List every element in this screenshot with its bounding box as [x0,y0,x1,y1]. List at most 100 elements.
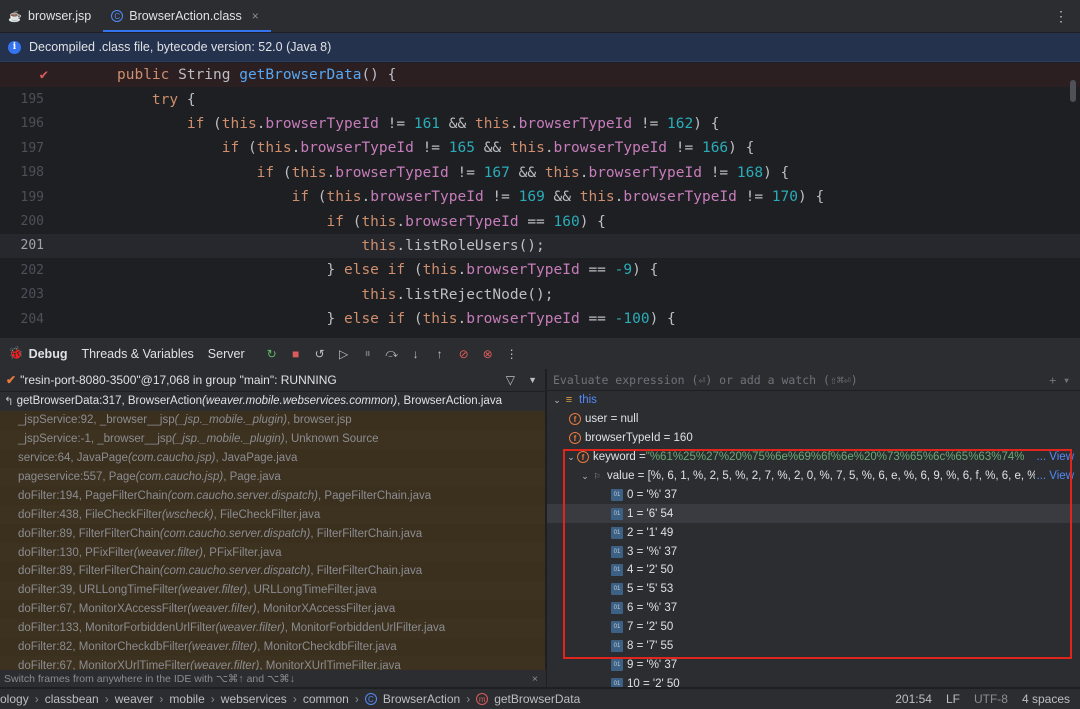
chevron-down-icon[interactable]: ▼ [528,375,537,385]
stack-frame[interactable]: doFilter:67, MonitorXAccessFilter (weave… [0,599,545,619]
code-line[interactable]: ✔ public String getBrowserData() { [0,63,1080,88]
line-separator[interactable]: LF [946,692,960,706]
chevron-down-icon[interactable]: ⌄ [565,452,577,463]
line-number[interactable]: 196 [0,116,80,131]
array-item[interactable]: 01 8 = '7' 55 [547,637,1080,656]
stop-icon[interactable]: ■ [289,347,303,361]
chevron-right-icon: › [354,692,359,706]
line-number[interactable]: ✔ [0,67,80,83]
breadcrumb-item[interactable]: mobile [169,692,204,706]
var-value[interactable]: ⌄ ⚐ value = [%, 6, 1, %, 2, 5, %, 2, 7, … [547,467,1080,486]
stack-frame[interactable]: doFilter:89, FilterFilterChain (com.cauc… [0,562,545,581]
breadcrumb-item[interactable]: ology [0,692,29,706]
var-user[interactable]: f user = null [547,410,1080,429]
code-editor[interactable]: ✔ public String getBrowserData() {195 try… [0,62,1080,336]
restart-icon[interactable]: ↺ [313,347,327,361]
chevron-down-icon[interactable]: ⌄ [551,395,563,406]
stack-frame[interactable]: service:64, JavaPage (com.caucho.jsp), J… [0,448,545,468]
line-number[interactable]: 200 [0,214,80,229]
breakpoint-icon[interactable]: ✔ [40,67,48,83]
code-line[interactable]: 195 try { [0,87,1080,111]
mute-breakpoints-icon[interactable]: ⊗ [481,347,495,361]
tab-threads-variables[interactable]: Threads & Variables [81,347,193,361]
array-item[interactable]: 01 9 = '%' 37 [547,655,1080,674]
line-number[interactable]: 195 [0,92,80,107]
var-keyword[interactable]: ⌄ f keyword = "%61%25%27%20%75%6e%69%6f%… [547,448,1080,467]
file-encoding[interactable]: UTF-8 [974,692,1008,706]
breadcrumb-item[interactable]: common [303,692,349,706]
step-into-icon[interactable]: ↓ [409,347,423,361]
chevron-down-icon[interactable]: ⌄ [579,471,591,482]
line-number[interactable]: 197 [0,141,80,156]
tab-server[interactable]: Server [208,347,245,361]
tab-browseraction-class[interactable]: C BrowserAction.class × [103,0,271,32]
stack-frame[interactable]: doFilter:82, MonitorCheckdbFilter (weave… [0,637,545,657]
breadcrumb-item[interactable]: classbean [45,692,99,706]
code-token: . [457,311,467,328]
line-number[interactable]: 204 [0,312,80,327]
code-line[interactable]: 200 if (this.browserTypeId == 160) { [0,209,1080,233]
view-breakpoints-icon[interactable]: ⊘ [457,347,471,361]
code-line[interactable]: 204 } else if (this.browserTypeId == -10… [0,307,1080,331]
var-browsertypeid[interactable]: f browserTypeId = 160 [547,429,1080,448]
line-number[interactable]: 202 [0,263,80,278]
step-over-icon[interactable]: ⤼ [385,346,399,361]
breadcrumb-item[interactable]: weaver [115,692,154,706]
stack-frame[interactable]: doFilter:438, FileCheckFilter (wscheck),… [0,505,545,525]
code-line[interactable]: 201 this.listRoleUsers(); [0,233,1080,259]
stack-frame[interactable]: doFilter:39, URLLongTimeFilter (weaver.f… [0,580,545,600]
array-item[interactable]: 01 4 = '2' 50 [547,561,1080,580]
stack-frame[interactable]: doFilter:89, FilterFilterChain (com.cauc… [0,524,545,544]
view-link[interactable]: ... View [1034,470,1074,482]
step-out-icon[interactable]: ↑ [433,347,447,361]
close-icon[interactable]: × [532,673,538,685]
stack-frame[interactable]: pageservice:557, Page (com.caucho.jsp), … [0,467,545,487]
array-item[interactable]: 01 2 = '1' 49 [547,523,1080,542]
evaluate-expression-input[interactable]: Evaluate expression (⏎) or add a watch (… [547,369,1080,391]
array-item[interactable]: 01 6 = '%' 37 [547,599,1080,618]
line-number[interactable]: 201 [0,238,80,253]
array-item[interactable]: 01 10 = '2' 50 [547,674,1080,687]
breadcrumb-item[interactable]: getBrowserData [494,692,580,706]
array-item[interactable]: 01 0 = '%' 37 [547,485,1080,504]
code-line[interactable]: 196 if (this.browserTypeId != 161 && thi… [0,112,1080,136]
code-text: if (this.browserTypeId != 161 && this.br… [80,116,720,132]
stack-frame[interactable]: doFilter:194, PageFilterChain (com.cauch… [0,486,545,506]
line-number[interactable]: 199 [0,190,80,205]
array-item[interactable]: 01 7 = '2' 50 [547,618,1080,637]
more-options-icon[interactable]: ⋮ [505,347,519,361]
array-item[interactable]: 01 3 = '%' 37 [547,542,1080,561]
code-token: != [701,164,737,181]
code-line[interactable]: 197 if (this.browserTypeId != 165 && thi… [0,136,1080,160]
breadcrumb-item[interactable]: BrowserAction [383,692,460,706]
var-this[interactable]: ⌄ ≡ this [547,391,1080,410]
view-link[interactable]: ... View [1034,451,1074,464]
indent-setting[interactable]: 4 spaces [1022,692,1070,706]
thread-selector[interactable]: ✔ "resin-port-8080-3500"@17,068 in group… [0,369,545,392]
line-number[interactable]: 203 [0,287,80,302]
stack-frame[interactable]: ↰ getBrowserData:317, BrowserAction (weav… [0,392,545,411]
code-line[interactable]: 198 if (this.browserTypeId != 167 && thi… [0,161,1080,185]
breadcrumb-item[interactable]: webservices [221,692,287,706]
line-number[interactable]: 198 [0,165,80,180]
stack-frame[interactable]: doFilter:133, MonitorForbiddenUrlFilter … [0,618,545,638]
code-line[interactable]: 202 } else if (this.browserTypeId == -9)… [0,258,1080,282]
array-item[interactable]: 01 1 = '6' 54 [547,504,1080,524]
code-line[interactable]: 199 if (this.browserTypeId != 169 && thi… [0,185,1080,209]
close-icon[interactable]: × [252,9,259,23]
editor-scrollbar[interactable] [1070,80,1076,102]
more-icon[interactable]: ⋮ [1054,8,1068,25]
cursor-position[interactable]: 201:54 [895,692,932,706]
tab-browser-jsp[interactable]: ☕ browser.jsp [0,0,103,32]
pause-icon[interactable]: ⏸ [361,346,375,361]
stack-frame[interactable]: doFilter:130, PFixFilter (weaver.filter)… [0,543,545,563]
array-item[interactable]: 01 5 = '5' 53 [547,580,1080,599]
rerun-icon[interactable]: ↻ [265,347,279,361]
code-line[interactable]: 203 this.listRejectNode(); [0,283,1080,307]
stack-frame[interactable]: _jspService:92, _browser__jsp (_jsp._mob… [0,410,545,430]
resume-icon[interactable]: ▷ [337,347,351,361]
filter-icon[interactable]: ▽ [506,373,515,387]
add-watch-icon[interactable]: + ▾ [1049,373,1070,387]
code-token: . [396,286,406,303]
stack-frame[interactable]: _jspService:-1, _browser__jsp (_jsp._mob… [0,429,545,449]
